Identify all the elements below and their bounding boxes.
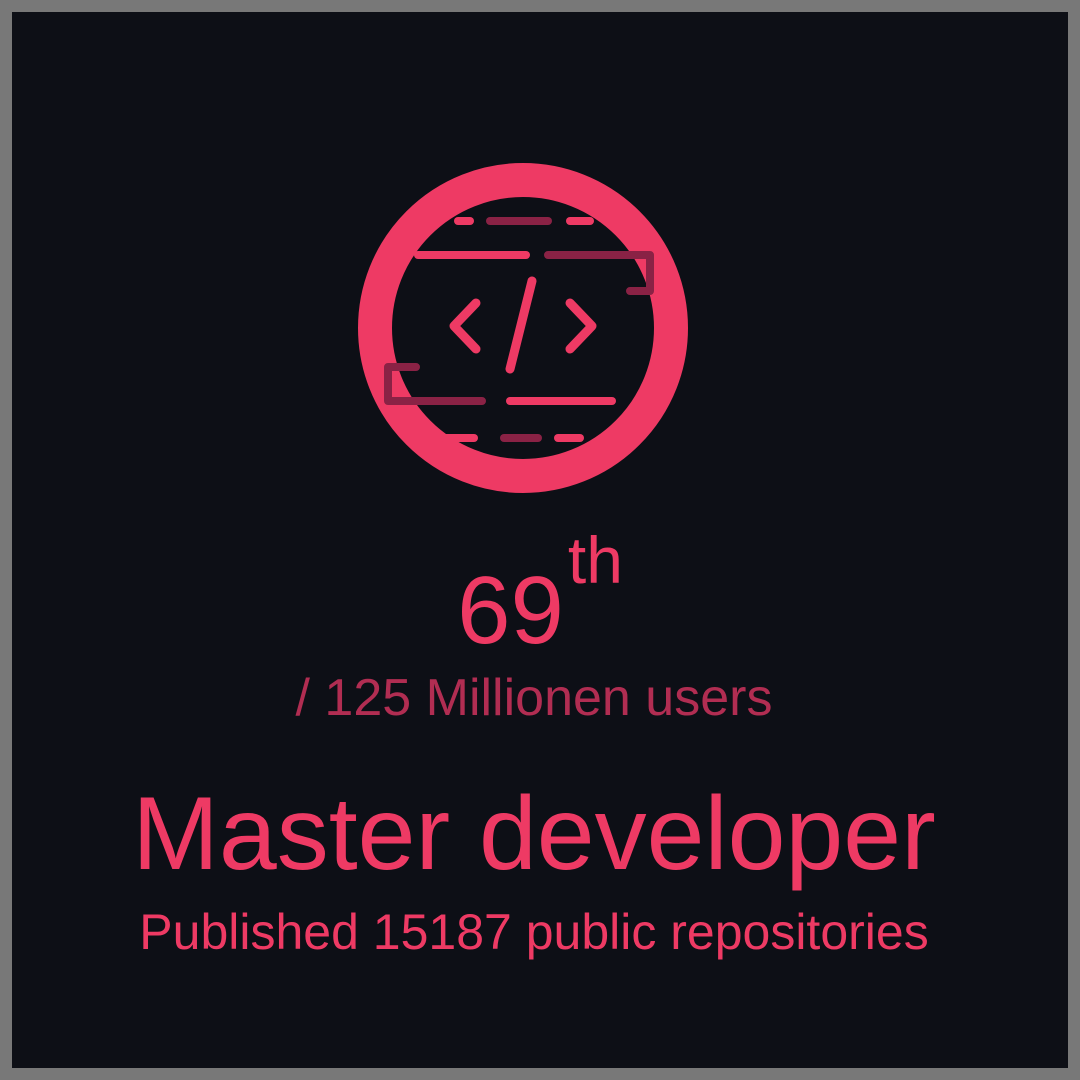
rank-suffix: th: [567, 523, 623, 597]
rank: 69th: [12, 527, 1068, 659]
achievement-card: 69th / 125 Millionen users Master develo…: [12, 12, 1068, 1068]
achievement-subtitle: Published 15187 public repositories: [139, 904, 929, 960]
total-users: / 125 Millionen users: [295, 669, 773, 727]
code-brackets-icon: [358, 163, 688, 493]
badge: [358, 163, 688, 493]
rank-number: 69: [457, 557, 564, 664]
achievement-title: Master developer: [132, 776, 936, 892]
